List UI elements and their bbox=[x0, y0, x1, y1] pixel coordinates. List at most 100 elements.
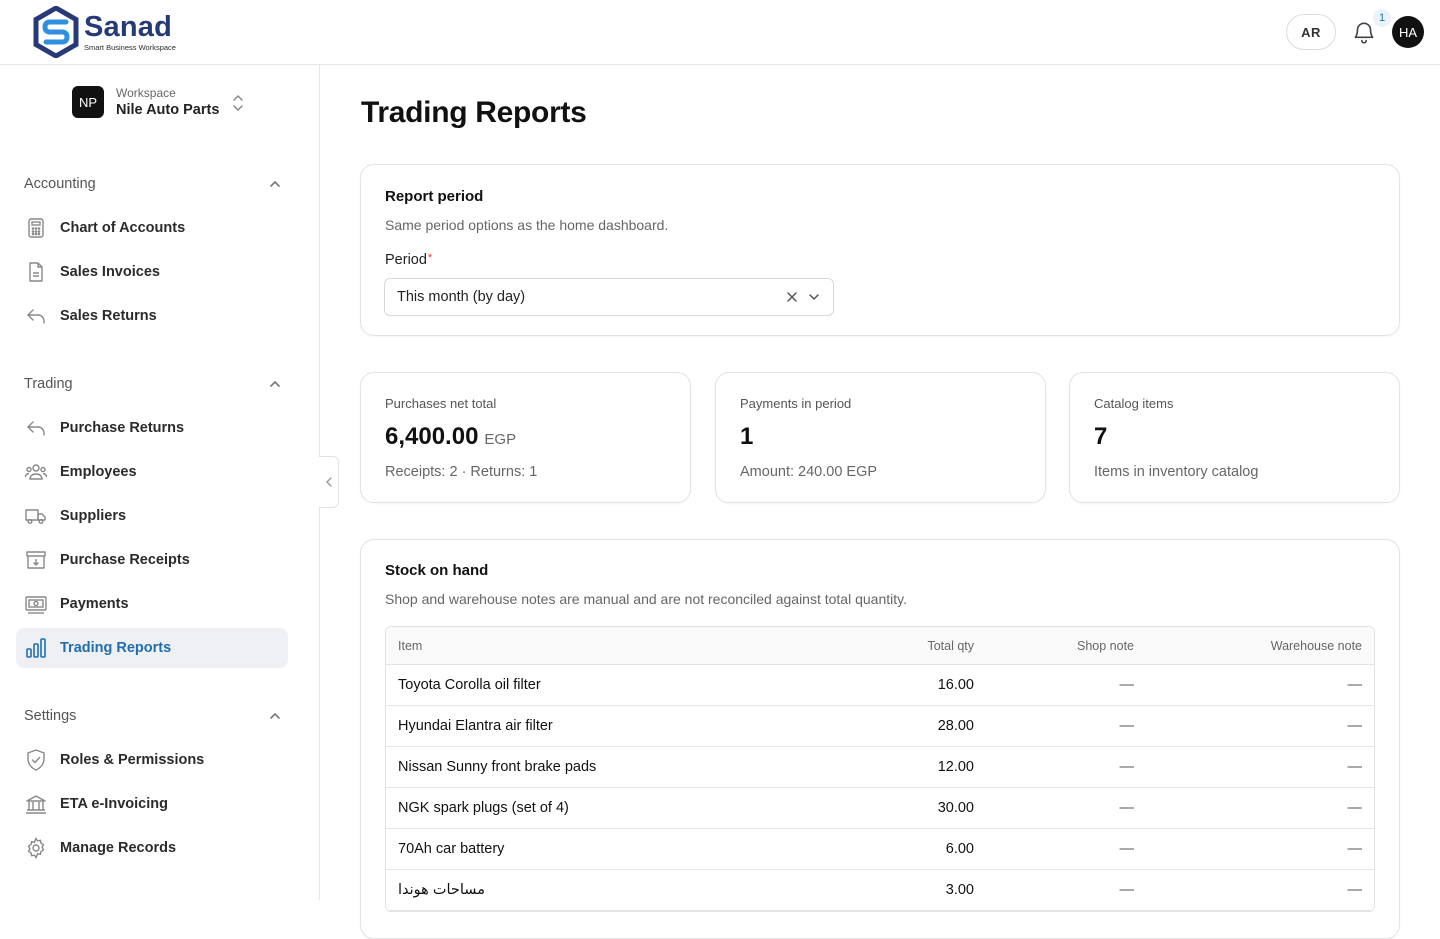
sidebar-item-label: Sales Returns bbox=[60, 308, 157, 324]
cell-qty: 30.00 bbox=[937, 800, 974, 816]
cell-item: NGK spark plugs (set of 4) bbox=[398, 800, 569, 816]
stat-footer: Amount: 240.00 EGP bbox=[740, 464, 878, 480]
sanad-logo-icon bbox=[33, 6, 79, 58]
cell-warehouse-note: — bbox=[1347, 800, 1363, 816]
sidebar-item-trading-reports[interactable]: Trading Reports bbox=[16, 628, 288, 668]
table-row[interactable]: NGK spark plugs (set of 4) 30.00 — — bbox=[386, 788, 1374, 829]
cell-shop-note: — bbox=[1119, 841, 1135, 857]
sidebar-item-eta-e-invoicing[interactable]: ETA e-Invoicing bbox=[16, 784, 288, 824]
sidebar-collapse-button[interactable] bbox=[319, 456, 339, 508]
cell-qty: 6.00 bbox=[945, 841, 974, 857]
cell-shop-note: — bbox=[1119, 677, 1135, 693]
column-header-total-qty[interactable]: Total qty bbox=[927, 639, 974, 653]
cell-item: Nissan Sunny front brake pads bbox=[398, 759, 597, 775]
cell-shop-note: — bbox=[1119, 882, 1135, 898]
stat-footer: Receipts: 2 · Returns: 1 bbox=[385, 464, 538, 480]
stat-label: Payments in period bbox=[740, 396, 852, 411]
stock-on-hand-card: Stock on hand Shop and warehouse notes a… bbox=[360, 539, 1400, 939]
cell-item: مساحات هوندا bbox=[398, 882, 485, 898]
chevron-up-icon bbox=[270, 712, 280, 719]
page-title: Trading Reports bbox=[361, 96, 587, 129]
chevron-down-icon[interactable] bbox=[807, 290, 821, 304]
section-header-settings[interactable]: Settings bbox=[24, 704, 282, 728]
required-mark: * bbox=[427, 252, 433, 264]
card-subtitle: Shop and warehouse notes are manual and … bbox=[385, 591, 907, 607]
stat-footer: Items in inventory catalog bbox=[1094, 464, 1259, 480]
stat-card-purchases: Purchases net total 6,400.00 EGP Receipts… bbox=[360, 372, 691, 503]
clear-icon[interactable] bbox=[785, 290, 799, 304]
bank-building-icon bbox=[26, 795, 46, 814]
stat-card-payments: Payments in period 1 Amount: 240.00 EGP bbox=[715, 372, 1046, 503]
archive-box-icon bbox=[26, 551, 46, 569]
cell-shop-note: — bbox=[1119, 800, 1135, 816]
sidebar-item-roles-permissions[interactable]: Roles & Permissions bbox=[16, 740, 288, 780]
sidebar-item-label: Payments bbox=[60, 596, 129, 612]
sidebar-item-purchase-receipts[interactable]: Purchase Receipts bbox=[16, 540, 288, 580]
cell-warehouse-note: — bbox=[1347, 718, 1363, 734]
workspace-switcher[interactable]: NP Workspace Nile Auto Parts bbox=[72, 86, 219, 118]
return-arrow-icon bbox=[27, 309, 45, 324]
table-row[interactable]: Hyundai Elantra air filter 28.00 — — bbox=[386, 706, 1374, 747]
chevron-up-icon bbox=[270, 180, 280, 187]
chevron-up-icon bbox=[270, 380, 280, 387]
table-row[interactable]: Nissan Sunny front brake pads 12.00 — — bbox=[386, 747, 1374, 788]
user-avatar[interactable]: HA bbox=[1392, 16, 1424, 48]
sidebar: NP Workspace Nile Auto Parts Accounting … bbox=[0, 65, 320, 900]
stat-value: 1 bbox=[740, 423, 754, 450]
section-title: Settings bbox=[24, 708, 77, 724]
cell-qty: 12.00 bbox=[937, 759, 974, 775]
calculator-icon bbox=[28, 218, 44, 238]
banknote-icon bbox=[25, 596, 47, 614]
report-period-card: Report period Same period options as the… bbox=[360, 164, 1400, 336]
sidebar-item-label: Suppliers bbox=[60, 508, 127, 524]
sidebar-item-label: Manage Records bbox=[60, 840, 177, 856]
sidebar-item-label: Trading Reports bbox=[60, 640, 172, 656]
stock-table: Item Total qty Shop note Warehouse note … bbox=[385, 626, 1375, 912]
stat-card-catalog: Catalog items 7 Items in inventory catal… bbox=[1069, 372, 1400, 503]
column-header-shop-note[interactable]: Shop note bbox=[1077, 639, 1134, 653]
sidebar-item-sales-invoices[interactable]: Sales Invoices bbox=[16, 252, 288, 292]
cell-item: Toyota Corolla oil filter bbox=[398, 677, 541, 693]
sidebar-item-chart-of-accounts[interactable]: Chart of Accounts bbox=[16, 208, 288, 248]
period-select[interactable]: This month (by day) bbox=[384, 278, 834, 316]
notifications-button[interactable] bbox=[1351, 20, 1377, 46]
card-subtitle: Same period options as the home dashboar… bbox=[385, 217, 669, 233]
column-header-warehouse-note[interactable]: Warehouse note bbox=[1271, 639, 1362, 653]
table-row[interactable]: Toyota Corolla oil filter 16.00 — — bbox=[386, 665, 1374, 706]
sidebar-item-label: Purchase Returns bbox=[60, 420, 185, 436]
brand-logo[interactable]: Sanad Smart Business Workspace bbox=[33, 6, 176, 58]
cell-shop-note: — bbox=[1119, 718, 1135, 734]
return-arrow-icon bbox=[27, 421, 45, 436]
sidebar-item-sales-returns[interactable]: Sales Returns bbox=[16, 296, 288, 336]
sidebar-item-payments[interactable]: Payments bbox=[16, 584, 288, 624]
chevron-left-icon bbox=[325, 477, 332, 487]
users-icon bbox=[24, 464, 48, 480]
language-toggle-button[interactable]: AR bbox=[1286, 14, 1336, 50]
document-icon bbox=[29, 262, 43, 282]
sidebar-item-employees[interactable]: Employees bbox=[16, 452, 288, 492]
cell-qty: 16.00 bbox=[937, 677, 974, 693]
table-row[interactable]: مساحات هوندا 3.00 — — bbox=[386, 870, 1374, 911]
gear-icon bbox=[27, 837, 45, 859]
period-field-label: Period* bbox=[385, 252, 433, 268]
column-header-item[interactable]: Item bbox=[398, 639, 422, 653]
cell-qty: 28.00 bbox=[937, 718, 974, 734]
cell-warehouse-note: — bbox=[1347, 882, 1363, 898]
section-header-accounting[interactable]: Accounting bbox=[24, 172, 282, 196]
bar-chart-icon bbox=[26, 638, 46, 658]
sidebar-item-label: Roles & Permissions bbox=[60, 752, 205, 768]
sidebar-item-purchase-returns[interactable]: Purchase Returns bbox=[16, 408, 288, 448]
cell-warehouse-note: — bbox=[1347, 841, 1363, 857]
chevron-up-down-icon[interactable] bbox=[230, 93, 246, 113]
bell-icon bbox=[1354, 22, 1374, 44]
section-title: Accounting bbox=[24, 176, 96, 192]
table-row[interactable]: 70Ah car battery 6.00 — — bbox=[386, 829, 1374, 870]
cell-shop-note: — bbox=[1119, 759, 1135, 775]
sidebar-item-label: Employees bbox=[60, 464, 137, 480]
sidebar-item-manage-records[interactable]: Manage Records bbox=[16, 828, 288, 868]
sidebar-item-suppliers[interactable]: Suppliers bbox=[16, 496, 288, 536]
workspace-label: Workspace bbox=[116, 86, 176, 100]
cell-warehouse-note: — bbox=[1347, 677, 1363, 693]
section-header-trading[interactable]: Trading bbox=[24, 372, 282, 396]
top-bar: Sanad Smart Business Workspace AR 1 HA bbox=[0, 0, 1440, 65]
